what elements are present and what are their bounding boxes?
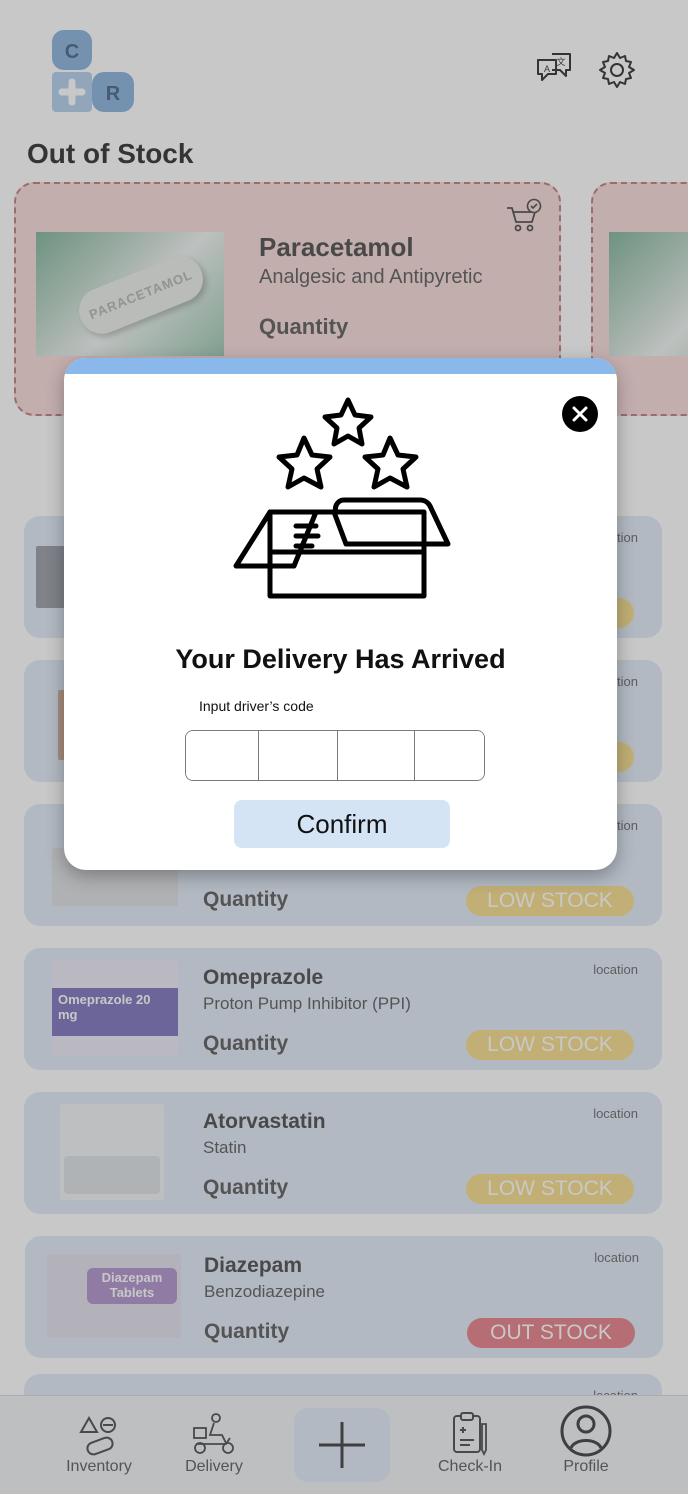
close-button[interactable]: [562, 396, 598, 432]
close-icon: [572, 406, 588, 422]
dialog-title: Your Delivery Has Arrived: [175, 644, 506, 674]
driver-code-digit-1[interactable]: [186, 731, 259, 780]
driver-code-digit-2[interactable]: [259, 731, 338, 780]
dialog-accent-bar: [64, 358, 617, 374]
driver-code-digit-4[interactable]: [415, 731, 484, 780]
delivery-box-stars-icon: [233, 397, 451, 599]
driver-code-digit-3[interactable]: [338, 731, 415, 780]
confirm-button[interactable]: Confirm: [234, 800, 450, 848]
app-screen: C R A 文 Out of Stock PARACETAMOL Paracet…: [0, 0, 688, 1494]
delivery-arrived-dialog: Your Delivery Has Arrived Input driver’s…: [64, 358, 617, 870]
driver-code-input-group: [185, 730, 485, 781]
driver-code-label: Input driver’s code: [199, 698, 314, 714]
